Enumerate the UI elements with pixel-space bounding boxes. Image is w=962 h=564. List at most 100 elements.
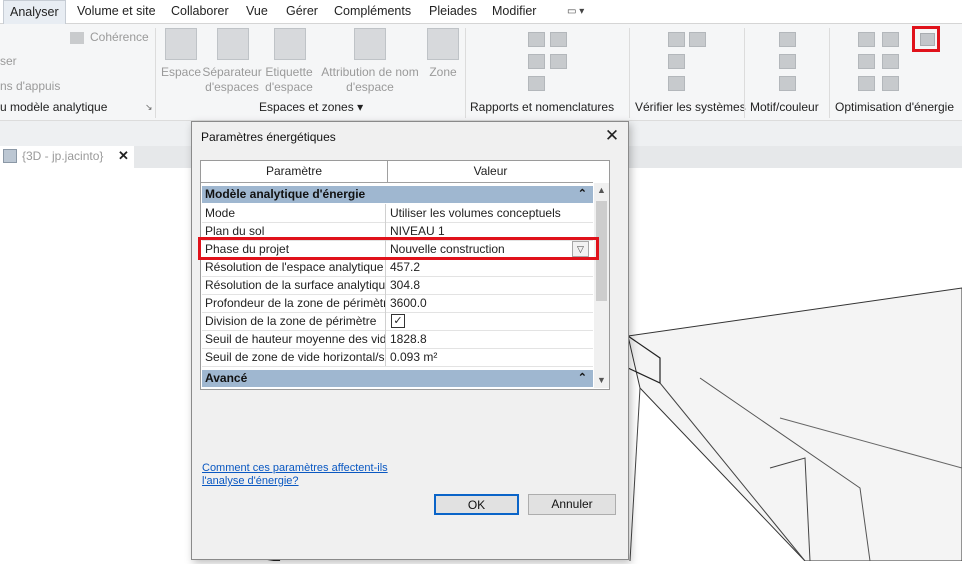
perimeter-division-cell: ✓ <box>388 312 593 330</box>
menu-tab-pleiades[interactable]: Pleiades <box>429 0 477 23</box>
param-value[interactable]: 1828.8 <box>388 330 593 348</box>
ribbon-partial-label-a[interactable]: ser <box>0 54 17 69</box>
location-icon[interactable] <box>858 32 875 47</box>
check-circuit-icon[interactable] <box>668 54 685 69</box>
report-icon[interactable] <box>550 32 567 47</box>
column-header-parameter[interactable]: Paramètre <box>201 161 388 183</box>
chart-icon[interactable] <box>882 76 899 91</box>
dialog-close-button[interactable]: ✕ <box>602 126 622 146</box>
panel-title-energy: Optimisation d'énergie <box>835 100 955 114</box>
param-name: Division de la zone de périmètre <box>202 312 386 330</box>
panel-title-spaces-zones[interactable]: Espaces et zones ▾ <box>259 100 363 114</box>
param-value[interactable]: 0.093 m² <box>388 348 593 366</box>
schedule-icon[interactable] <box>550 54 567 69</box>
param-value[interactable]: 3600.0 <box>388 294 593 312</box>
dropdown-arrow-icon: ▾ <box>357 100 364 114</box>
param-name: Mode <box>202 204 386 222</box>
perimeter-division-checkbox[interactable]: ✓ <box>391 314 405 328</box>
menu-bar: Analyser Volume et site Collaborer Vue G… <box>0 0 962 24</box>
energy-settings-button[interactable] <box>912 26 940 52</box>
duct-legend-icon[interactable] <box>779 76 796 91</box>
menu-tab-modifier[interactable]: Modifier <box>492 0 536 23</box>
ribbon-separator <box>744 28 745 118</box>
param-row-void-height[interactable]: Seuil de hauteur moyenne des vide 1828.8 <box>202 330 593 349</box>
check-duct-icon[interactable] <box>668 32 685 47</box>
zone-button[interactable]: Zone <box>424 65 462 80</box>
param-value[interactable]: Utiliser les volumes conceptuels <box>388 204 593 222</box>
menu-tab-gerer[interactable]: Gérer <box>286 0 318 23</box>
space-separator-icon <box>217 28 249 60</box>
dialog-title: Paramètres énergétiques <box>201 130 336 144</box>
report-icon[interactable] <box>528 32 545 47</box>
panel-title-systems: Vérifier les systèmes <box>635 100 746 114</box>
param-value[interactable]: 304.8 <box>388 276 593 294</box>
param-row-surface-resolution[interactable]: Résolution de la surface analytique 304.… <box>202 276 593 295</box>
space-icon <box>165 28 197 60</box>
param-row-void-area[interactable]: Seuil de zone de vide horizontal/sa 0.09… <box>202 348 593 367</box>
param-row-mode[interactable]: Mode Utiliser les volumes conceptuels <box>202 204 593 223</box>
run-simulation-icon[interactable] <box>858 76 875 91</box>
view-tab-3d[interactable]: {3D - jp.jacinto} ✕ <box>0 146 134 168</box>
parameter-grid: Paramètre Valeur Modèle analytique d'éne… <box>200 160 610 390</box>
param-row-perimeter-depth[interactable]: Profondeur de la zone de périmètr 3600.0 <box>202 294 593 313</box>
param-row-space-resolution[interactable]: Résolution de l'espace analytique 457.2 <box>202 258 593 277</box>
color-fill-icon[interactable] <box>779 32 796 47</box>
3d-view-icon <box>3 149 17 163</box>
menu-tab-collaborer[interactable]: Collaborer <box>171 0 229 23</box>
highlight-project-phase <box>198 237 599 260</box>
schedule-icon[interactable] <box>528 54 545 69</box>
space-tag-button[interactable]: Etiquette d'espace <box>262 65 316 95</box>
create-energy-model-icon[interactable] <box>858 54 875 69</box>
menu-tab-analyser[interactable]: Analyser <box>3 0 66 24</box>
energy-model-icon[interactable] <box>882 32 899 47</box>
ribbon-separator <box>829 28 830 118</box>
panel-launcher-icon[interactable]: ↘ <box>145 102 153 113</box>
ribbon-options-dropdown-icon[interactable]: ▭ ▾ <box>567 0 584 23</box>
check-pipe-icon[interactable] <box>689 32 706 47</box>
cancel-button[interactable]: Annuler <box>528 494 616 515</box>
roof-surface <box>627 287 962 562</box>
param-name: Seuil de zone de vide horizontal/sa <box>202 348 386 366</box>
param-name: Résolution de la surface analytique <box>202 276 386 294</box>
param-name: Seuil de hauteur moyenne des vide <box>202 330 386 348</box>
param-value[interactable]: 457.2 <box>388 258 593 276</box>
group-header-label: Modèle analytique d'énergie <box>205 187 366 201</box>
menu-tab-volume-site[interactable]: Volume et site <box>77 0 156 23</box>
results-icon[interactable] <box>882 54 899 69</box>
grid-scrollbar[interactable]: ▲ ▼ <box>594 183 609 388</box>
zone-icon <box>427 28 459 60</box>
energy-settings-dialog: Paramètres énergétiques ✕ Paramètre Vale… <box>191 121 629 560</box>
column-header-value[interactable]: Valeur <box>388 161 593 183</box>
collapse-chevron-icon[interactable]: ⌃ <box>578 370 587 387</box>
space-separator-button[interactable]: Séparateur d'espaces <box>202 65 262 95</box>
menu-tab-complements[interactable]: Compléments <box>334 0 411 23</box>
group-header-energy-model[interactable]: Modèle analytique d'énergie ⌃ <box>202 186 593 203</box>
scroll-up-icon[interactable]: ▲ <box>594 183 609 198</box>
coherence-icon <box>70 32 84 44</box>
ribbon-partial-label-b[interactable]: ns d'appuis <box>0 79 60 94</box>
space-button[interactable]: Espace <box>160 65 202 80</box>
group-header-advanced[interactable]: Avancé ⌃ <box>202 370 593 387</box>
space-naming-icon <box>354 28 386 60</box>
ribbon-separator <box>465 28 466 118</box>
panel-title-spaces-zones-label: Espaces et zones <box>259 100 354 114</box>
ribbon: ser ns d'appuis u modèle analytique ↘ Co… <box>0 24 962 120</box>
collapse-chevron-icon[interactable]: ⌃ <box>578 186 587 203</box>
panel-title-pattern-color: Motif/couleur <box>750 100 819 114</box>
menu-tab-vue[interactable]: Vue <box>246 0 268 23</box>
coherence-button[interactable]: Cohérence <box>90 30 149 45</box>
scroll-down-icon[interactable]: ▼ <box>594 373 609 388</box>
ribbon-separator <box>155 28 156 118</box>
space-tag-icon <box>274 28 306 60</box>
space-naming-button[interactable]: Attribution de nom d'espace <box>317 65 423 95</box>
help-link[interactable]: Comment ces paramètres affectent-ils l'a… <box>202 462 402 488</box>
param-row-perimeter-division[interactable]: Division de la zone de périmètre ✓ <box>202 312 593 331</box>
schedule-icon[interactable] <box>528 76 545 91</box>
panel-title-analytical-model: u modèle analytique <box>0 100 108 114</box>
legend-icon[interactable] <box>779 54 796 69</box>
show-disconnects-icon[interactable] <box>668 76 685 91</box>
ok-button[interactable]: OK <box>434 494 519 515</box>
close-view-icon[interactable]: ✕ <box>118 148 129 164</box>
view-tab-label: {3D - jp.jacinto} <box>22 149 104 163</box>
panel-title-reports: Rapports et nomenclatures <box>470 100 615 114</box>
